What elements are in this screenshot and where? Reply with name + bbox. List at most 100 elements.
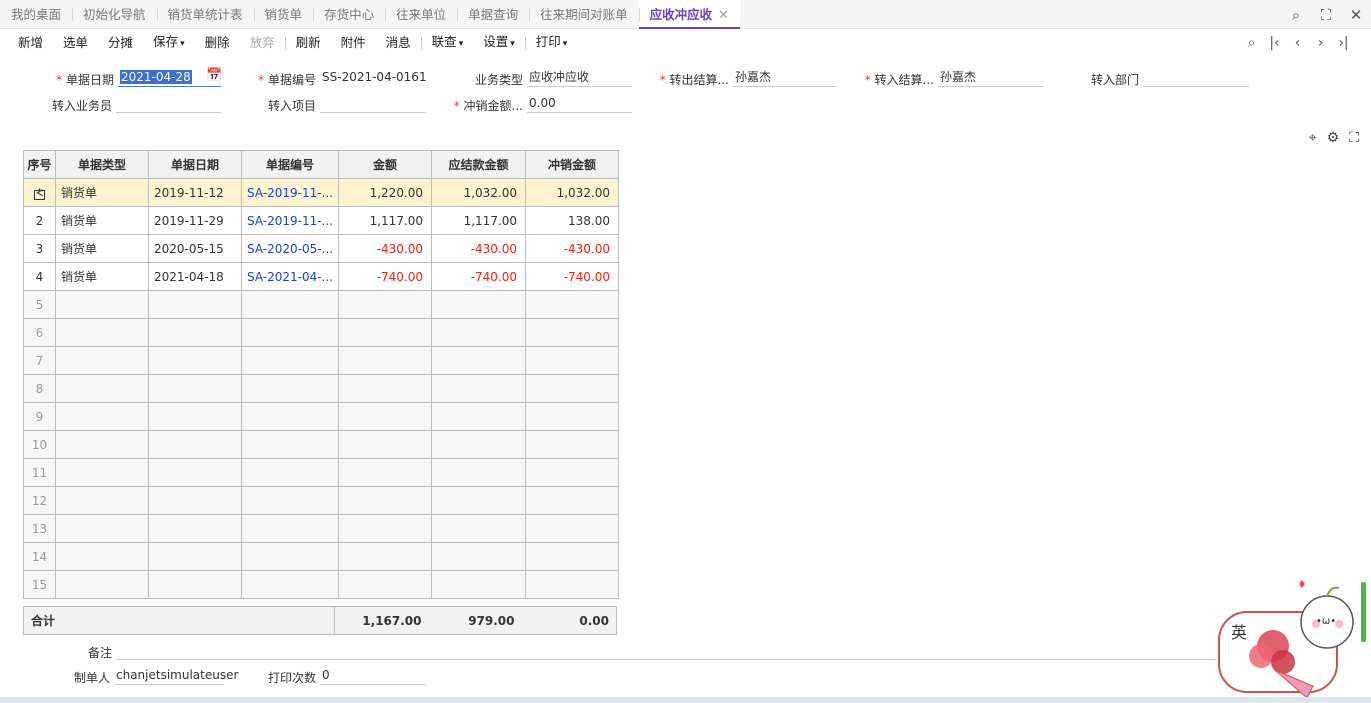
empty-cell[interactable] xyxy=(55,346,149,375)
empty-cell[interactable] xyxy=(55,402,149,431)
offset-amount-value[interactable]: 0.00 xyxy=(527,95,632,113)
empty-cell[interactable] xyxy=(148,290,242,319)
next-record-icon[interactable]: › xyxy=(1309,35,1332,51)
table-row-empty[interactable]: 8 xyxy=(23,374,620,403)
tab-4[interactable]: 存货中心 xyxy=(313,0,385,29)
empty-cell[interactable] xyxy=(148,458,242,487)
row-offset-amount[interactable]: -430.00 xyxy=(525,234,620,263)
empty-cell[interactable] xyxy=(55,290,149,319)
print-dropdown[interactable]: 打印 ▾ xyxy=(526,28,578,58)
row-doc-number-link[interactable]: SA-2020-05-... xyxy=(240,234,340,263)
table-row-empty[interactable]: 14 xyxy=(23,542,620,571)
empty-cell[interactable] xyxy=(148,514,242,543)
empty-cell[interactable] xyxy=(55,542,149,571)
row-offset-amount[interactable]: 138.00 xyxy=(525,206,620,235)
empty-cell[interactable] xyxy=(55,458,149,487)
empty-cell[interactable] xyxy=(431,374,527,403)
empty-cell[interactable] xyxy=(431,318,527,347)
empty-cell[interactable] xyxy=(431,290,527,319)
message-button[interactable]: 消息 xyxy=(376,29,421,57)
in-project-value[interactable] xyxy=(320,95,426,113)
empty-cell[interactable] xyxy=(240,318,340,347)
empty-cell[interactable] xyxy=(431,542,527,571)
tab-6[interactable]: 单据查询 xyxy=(457,0,529,29)
empty-cell[interactable] xyxy=(240,458,340,487)
out-settle-value[interactable]: 孙嘉杰 xyxy=(733,69,837,87)
empty-cell[interactable] xyxy=(525,374,620,403)
empty-cell[interactable] xyxy=(55,430,149,459)
empty-cell[interactable] xyxy=(148,402,242,431)
empty-cell[interactable] xyxy=(525,346,620,375)
table-row-empty[interactable]: 7 xyxy=(23,346,620,375)
empty-cell[interactable] xyxy=(148,318,242,347)
empty-cell[interactable] xyxy=(338,542,433,571)
tab-0[interactable]: 我的桌面 xyxy=(0,0,72,29)
find-icon[interactable]: ⌕ xyxy=(1240,35,1263,51)
empty-cell[interactable] xyxy=(431,514,527,543)
last-record-icon[interactable]: ›| xyxy=(1332,35,1355,51)
tab-7[interactable]: 往来期间对账单 xyxy=(529,0,639,29)
settings-dropdown[interactable]: 设置 ▾ xyxy=(473,28,525,58)
tab-8[interactable]: 应收冲应收 ✕ xyxy=(638,0,740,29)
empty-cell[interactable] xyxy=(431,458,527,487)
row-doc-number-link[interactable]: SA-2019-11-... xyxy=(240,178,340,207)
empty-cell[interactable] xyxy=(148,570,242,599)
table-row[interactable]: 3 销货单 2020-05-15 SA-2020-05-... -430.00 -430.… xyxy=(23,234,620,263)
empty-cell[interactable] xyxy=(431,570,527,599)
empty-cell[interactable] xyxy=(240,514,340,543)
allocate-button[interactable]: 分摊 xyxy=(98,29,143,57)
row-doc-date[interactable]: 2019-11-12 xyxy=(148,178,242,207)
empty-cell[interactable] xyxy=(431,402,527,431)
empty-cell[interactable] xyxy=(240,486,340,515)
calendar-icon[interactable]: 📅 xyxy=(206,68,222,83)
save-dropdown[interactable]: 保存 ▾ xyxy=(143,28,195,58)
remark-value[interactable] xyxy=(116,642,1216,660)
table-row-empty[interactable]: 5 xyxy=(23,290,620,319)
empty-cell[interactable] xyxy=(338,346,433,375)
new-button[interactable]: 新增 xyxy=(8,29,53,57)
refresh-button[interactable]: 刷新 xyxy=(286,29,331,57)
empty-cell[interactable] xyxy=(338,402,433,431)
tab-2[interactable]: 销货单统计表 xyxy=(156,0,254,29)
empty-cell[interactable] xyxy=(148,374,242,403)
tab-1[interactable]: 初始化导航 xyxy=(72,0,157,29)
empty-cell[interactable] xyxy=(338,570,433,599)
empty-cell[interactable] xyxy=(148,430,242,459)
table-row-empty[interactable]: 9 xyxy=(23,402,620,431)
row-doc-type[interactable]: 销货单 xyxy=(55,178,149,207)
attachment-button[interactable]: 附件 xyxy=(331,29,376,57)
empty-cell[interactable] xyxy=(338,374,433,403)
first-record-icon[interactable]: |‹ xyxy=(1263,35,1286,51)
empty-cell[interactable] xyxy=(148,486,242,515)
empty-cell[interactable] xyxy=(55,486,149,515)
empty-cell[interactable] xyxy=(55,318,149,347)
table-row-empty[interactable]: 15 xyxy=(23,570,620,599)
table-row-empty[interactable]: 6 xyxy=(23,318,620,347)
table-row-empty[interactable]: 10 xyxy=(23,430,620,459)
row-doc-type[interactable]: 销货单 xyxy=(55,206,149,235)
empty-cell[interactable] xyxy=(240,430,340,459)
table-row-empty[interactable]: 13 xyxy=(23,514,620,543)
empty-cell[interactable] xyxy=(240,542,340,571)
in-staff-value[interactable] xyxy=(116,95,221,113)
table-row[interactable]: 2 销货单 2019-11-29 SA-2019-11-... 1,117.00 1,11… xyxy=(23,206,620,235)
table-row-empty[interactable]: 11 xyxy=(23,458,620,487)
grid-settings-icon[interactable]: ⚙ xyxy=(1327,130,1340,146)
tab-5[interactable]: 往来单位 xyxy=(385,0,457,29)
close-icon[interactable]: ✕ xyxy=(1341,0,1371,29)
tab-3[interactable]: 销货单 xyxy=(253,0,314,29)
delete-button[interactable]: 删除 xyxy=(195,29,240,57)
table-row[interactable]: ᢵ 销货单 2019-11-12 SA-2019-11-... 1,220.00 1,03… xyxy=(23,178,620,207)
empty-cell[interactable] xyxy=(240,402,340,431)
prev-record-icon[interactable]: ‹ xyxy=(1286,35,1309,51)
empty-cell[interactable] xyxy=(240,290,340,319)
discard-button[interactable]: 放弃 xyxy=(240,29,285,57)
row-offset-amount[interactable]: -740.00 xyxy=(525,262,620,291)
in-settle-value[interactable]: 孙嘉杰 xyxy=(938,69,1043,87)
row-doc-date[interactable]: 2019-11-29 xyxy=(148,206,242,235)
location-icon[interactable]: ⌖ xyxy=(1309,130,1317,146)
expand-icon[interactable]: ⛶ xyxy=(1349,130,1359,146)
fullscreen-icon[interactable]: ⛶ xyxy=(1311,0,1341,29)
empty-cell[interactable] xyxy=(525,430,620,459)
in-dept-value[interactable] xyxy=(1143,69,1249,87)
